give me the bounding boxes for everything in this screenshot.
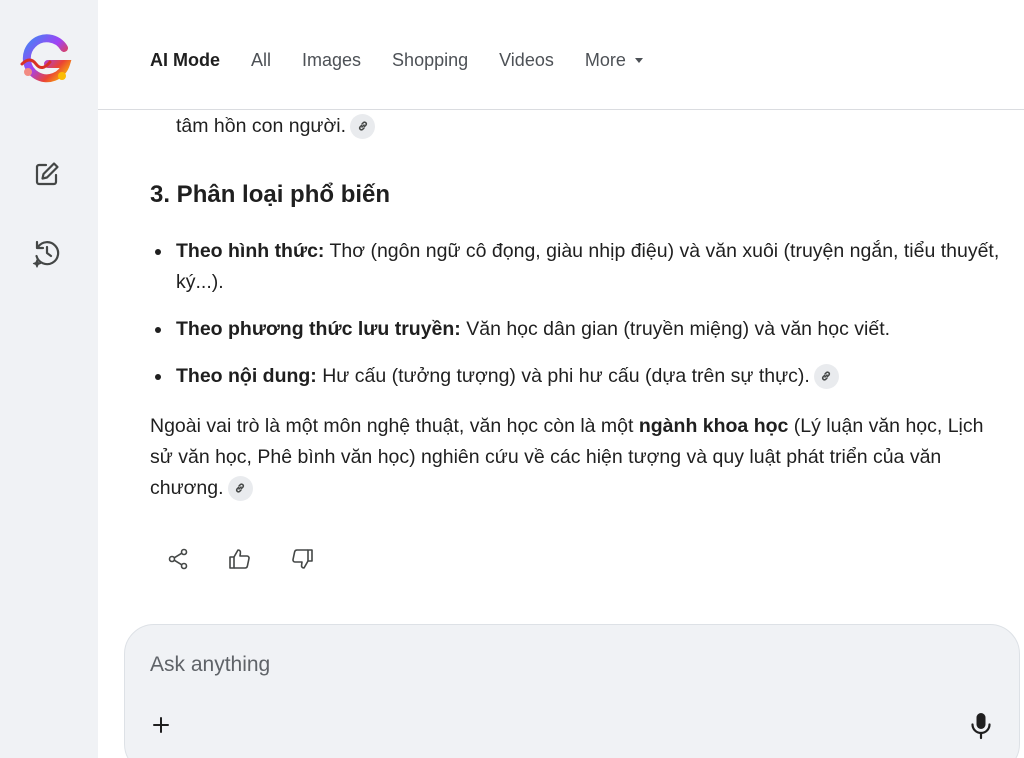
google-ai-logo[interactable] [18, 34, 74, 86]
tab-shopping[interactable]: Shopping [392, 48, 468, 72]
add-button[interactable] [149, 713, 173, 737]
list-item: Theo phương thức lưu truyền: Văn học dân… [150, 314, 1010, 345]
tab-more[interactable]: More [585, 48, 643, 72]
thumbs-up-icon [228, 548, 252, 575]
caret-down-icon [634, 57, 643, 63]
list-item-bold: Theo phương thức lưu truyền: [176, 318, 461, 340]
list-item-text: Văn học dân gian (truyền miệng) và văn h… [460, 318, 891, 340]
list-item: Theo hình thức: Thơ (ngôn ngữ cô đọng, g… [150, 236, 1010, 298]
section-heading: 3. Phân loại phổ biến [150, 181, 391, 208]
mic-icon [968, 713, 994, 745]
paragraph-bold: ngành khoa học [638, 415, 789, 437]
link-icon [820, 361, 832, 392]
edit-icon [33, 160, 61, 193]
new-chat-button[interactable] [30, 159, 64, 193]
ask-composer: Ask anything [124, 624, 1020, 758]
source-link-button[interactable] [227, 473, 253, 504]
source-link-button[interactable] [350, 111, 376, 142]
answer-actions [162, 546, 348, 576]
list-item-bold: Theo hình thức: [176, 240, 325, 262]
link-icon [357, 111, 369, 142]
sidebar [0, 0, 98, 758]
thumbs-down-icon [290, 548, 314, 575]
voice-input-button[interactable] [968, 711, 994, 741]
search-tabs: AI Mode All Images Shopping Videos More [150, 48, 674, 72]
tab-images[interactable]: Images [302, 48, 361, 72]
previous-line: tâm hồn con người. [176, 111, 376, 142]
thumbs-up-button[interactable] [224, 546, 256, 576]
previous-line-text: tâm hồn con người. [176, 115, 347, 137]
share-icon [167, 548, 189, 575]
history-icon [32, 238, 62, 273]
ask-input[interactable]: Ask anything [150, 653, 270, 677]
tab-ai-mode[interactable]: AI Mode [150, 48, 220, 72]
thumbs-down-button[interactable] [286, 546, 318, 576]
top-bar: AI Mode All Images Shopping Videos More [98, 0, 1024, 110]
tab-videos[interactable]: Videos [499, 48, 554, 72]
history-button[interactable] [30, 238, 64, 272]
bullet-list: Theo hình thức: Thơ (ngôn ngữ cô đọng, g… [150, 236, 1010, 408]
tab-all[interactable]: All [251, 48, 271, 72]
link-icon [234, 473, 246, 504]
plus-icon [149, 717, 173, 741]
answer-paragraph: Ngoài vai trò là một môn nghệ thuật, văn… [150, 411, 1010, 504]
list-item-bold: Theo nội dung: [176, 365, 317, 387]
list-item-text: Hư cấu (tưởng tượng) và phi hư cấu (dựa … [316, 365, 810, 387]
tab-more-label: More [584, 50, 626, 70]
share-button[interactable] [162, 546, 194, 576]
source-link-button[interactable] [813, 361, 839, 392]
list-item: Theo nội dung: Hư cấu (tưởng tượng) và p… [150, 361, 1010, 392]
paragraph-text-start: Ngoài vai trò là một môn nghệ thuật, văn… [150, 415, 639, 437]
